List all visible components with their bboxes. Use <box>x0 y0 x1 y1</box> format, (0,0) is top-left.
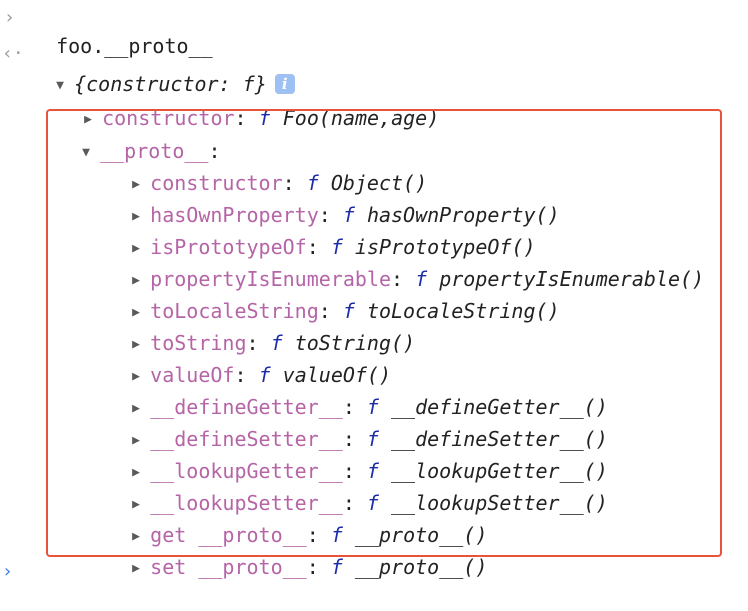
proto-row[interactable]: ▼ __proto__: <box>58 109 220 163</box>
result-summary-row[interactable]: ▼ {constructor: f} i <box>32 42 295 96</box>
console-input-line[interactable]: foo.__proto__ <box>32 4 213 58</box>
proto-item-row[interactable]: ▶ __defineSetter__: f __defineSetter__() <box>84 397 608 451</box>
function-value: __proto__() <box>354 555 488 579</box>
proto-item-row[interactable]: ▶ constructor: f Object() <box>84 141 427 195</box>
property-key: set __proto__ <box>150 555 307 579</box>
expand-triangle-right-icon[interactable]: ▶ <box>132 555 150 583</box>
constructor-row[interactable]: ▶ constructor: f Foo(name,age) <box>60 76 439 130</box>
colon: : <box>306 555 331 579</box>
proto-item-row[interactable]: ▶ propertyIsEnumerable: f propertyIsEnume… <box>84 237 704 291</box>
proto-item-row[interactable]: ▶ hasOwnProperty: f hasOwnProperty() <box>84 173 559 227</box>
proto-item-row[interactable]: ▶ __lookupGetter__: f __lookupGetter__() <box>84 429 608 483</box>
input-chevron-icon: › <box>4 7 15 28</box>
console-prompt-icon[interactable]: › <box>2 560 13 584</box>
proto-item-row[interactable]: ▶ isPrototypeOf: f isPrototypeOf() <box>84 205 535 259</box>
function-marker: f <box>330 555 343 579</box>
proto-item-row[interactable]: ▶ toString: f toString() <box>84 301 415 355</box>
proto-item-row[interactable]: ▶ valueOf: f valueOf() <box>84 333 391 387</box>
proto-item-row[interactable]: ▶ set __proto__: f __proto__() <box>84 525 487 579</box>
proto-item-row[interactable]: ▶ get __proto__: f __proto__() <box>84 493 487 547</box>
result-arrow-icon: ‹· <box>2 43 24 64</box>
proto-item-row[interactable]: ▶ toLocaleString: f toLocaleString() <box>84 269 559 323</box>
proto-item-row[interactable]: ▶ __defineGetter__: f __defineGetter__() <box>84 365 608 419</box>
proto-item-row[interactable]: ▶ __lookupSetter__: f __lookupSetter__() <box>84 461 608 515</box>
